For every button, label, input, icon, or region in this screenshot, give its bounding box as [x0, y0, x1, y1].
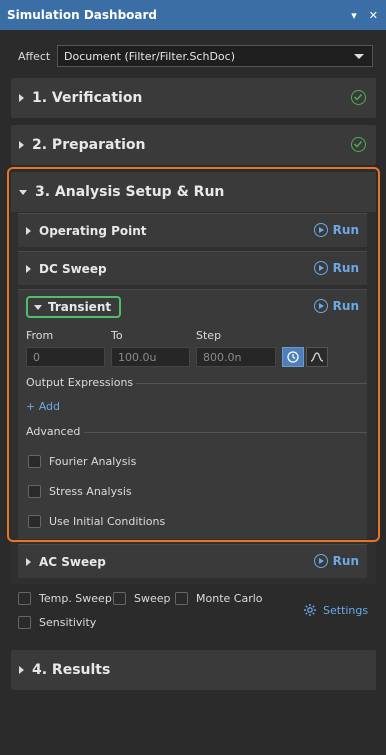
affect-label: Affect: [18, 49, 51, 63]
output-expressions-label: Output Expressions: [26, 376, 134, 389]
expand-arrow-icon: [26, 558, 31, 566]
expand-arrow-icon: [26, 265, 31, 273]
fourier-analysis-label: Fourier Analysis: [49, 455, 137, 468]
run-transient-button[interactable]: Run: [313, 299, 359, 313]
check-circle-icon: [351, 137, 366, 152]
clock-icon: [287, 351, 299, 363]
use-initial-conditions-option[interactable]: Use Initial Conditions: [28, 515, 165, 528]
add-expression-link[interactable]: + Add: [26, 400, 60, 413]
gear-icon: [304, 604, 316, 616]
section-results-label: 4. Results: [32, 662, 111, 678]
expand-arrow-icon: [26, 227, 31, 235]
section-results[interactable]: 4. Results: [11, 650, 376, 690]
play-icon: [313, 554, 328, 568]
operating-point-label: Operating Point: [39, 224, 147, 238]
sweep-option[interactable]: Sweep: [113, 592, 171, 605]
advanced-label: Advanced: [26, 425, 81, 438]
settings-label: Settings: [323, 603, 369, 617]
panel-titlebar: Simulation Dashboard ▾ ✕: [0, 0, 386, 30]
expand-arrow-icon: [19, 141, 24, 149]
settings-button[interactable]: Settings: [303, 603, 368, 617]
run-label: Run: [332, 223, 359, 237]
play-icon: [313, 261, 328, 275]
divider: [84, 432, 367, 433]
step-value: 800.0n: [203, 350, 242, 364]
pin-icon[interactable]: ▾: [351, 9, 357, 22]
step-input[interactable]: 800.0n: [196, 347, 276, 367]
from-input[interactable]: 0: [26, 347, 105, 367]
section-verification[interactable]: 1. Verification: [11, 78, 376, 118]
stress-analysis-label: Stress Analysis: [49, 485, 132, 498]
monte-carlo-label: Monte Carlo: [196, 592, 263, 605]
sweep-label: Sweep: [134, 592, 171, 605]
collapse-arrow-icon: [34, 304, 42, 310]
dc-sweep-label: DC Sweep: [39, 262, 107, 276]
monte-carlo-checkbox[interactable]: [175, 592, 188, 605]
play-icon: [313, 299, 328, 313]
use-initial-conditions-checkbox[interactable]: [28, 515, 41, 528]
affect-select[interactable]: Document (Filter/Filter.SchDoc): [57, 45, 373, 67]
chevron-down-icon: [354, 54, 364, 59]
section-preparation[interactable]: 2. Preparation: [11, 125, 376, 165]
close-icon[interactable]: ✕: [369, 9, 378, 22]
transient-label: Transient: [48, 300, 112, 314]
run-operating-point-button[interactable]: Run: [313, 223, 359, 237]
analysis-operating-point[interactable]: Operating Point Run: [18, 213, 367, 247]
fourier-analysis-option[interactable]: Fourier Analysis: [28, 455, 136, 468]
run-ac-sweep-button[interactable]: Run: [313, 554, 359, 568]
ac-sweep-label: AC Sweep: [39, 555, 106, 569]
section-verification-label: 1. Verification: [32, 90, 143, 106]
waveform-mode-button[interactable]: [306, 347, 328, 367]
from-label: From: [26, 329, 54, 342]
fourier-analysis-checkbox[interactable]: [28, 455, 41, 468]
check-circle-icon: [351, 90, 366, 105]
transient-header[interactable]: Transient Run: [18, 290, 367, 324]
play-icon: [313, 223, 328, 237]
analysis-transient: Transient Run: [18, 289, 367, 539]
run-label: Run: [332, 261, 359, 275]
sweep-checkbox[interactable]: [113, 592, 126, 605]
monte-carlo-option[interactable]: Monte Carlo: [175, 592, 263, 605]
analysis-ac-sweep[interactable]: AC Sweep Run: [18, 544, 367, 578]
to-input[interactable]: 100.0u: [111, 347, 190, 367]
temp-sweep-checkbox[interactable]: [18, 592, 31, 605]
expand-arrow-icon: [19, 94, 24, 102]
simulation-dashboard-panel: Affect Document (Filter/Filter.SchDoc) 1…: [0, 30, 386, 755]
to-value: 100.0u: [118, 350, 157, 364]
stress-analysis-option[interactable]: Stress Analysis: [28, 485, 132, 498]
temp-sweep-option[interactable]: Temp. Sweep: [18, 592, 112, 605]
affect-row: Affect: [18, 45, 50, 67]
stress-analysis-checkbox[interactable]: [28, 485, 41, 498]
expand-arrow-icon: [19, 666, 24, 674]
use-initial-conditions-label: Use Initial Conditions: [49, 515, 166, 528]
run-dc-sweep-button[interactable]: Run: [313, 261, 359, 275]
time-mode-button[interactable]: [282, 347, 304, 367]
to-label: To: [111, 329, 123, 342]
waveform-icon: [310, 352, 324, 362]
sensitivity-checkbox[interactable]: [18, 616, 31, 629]
section-preparation-label: 2. Preparation: [32, 137, 146, 153]
panel-title: Simulation Dashboard: [7, 8, 158, 22]
run-label: Run: [332, 554, 359, 568]
sensitivity-label: Sensitivity: [39, 616, 97, 629]
sensitivity-option[interactable]: Sensitivity: [18, 616, 96, 629]
run-label: Run: [332, 299, 359, 313]
divider: [136, 383, 367, 384]
from-value: 0: [33, 350, 40, 364]
temp-sweep-label: Temp. Sweep: [39, 592, 112, 605]
analysis-dc-sweep[interactable]: DC Sweep Run: [18, 251, 367, 285]
transient-highlight[interactable]: Transient: [26, 296, 122, 318]
step-label: Step: [196, 329, 222, 342]
affect-value: Document (Filter/Filter.SchDoc): [64, 49, 235, 63]
